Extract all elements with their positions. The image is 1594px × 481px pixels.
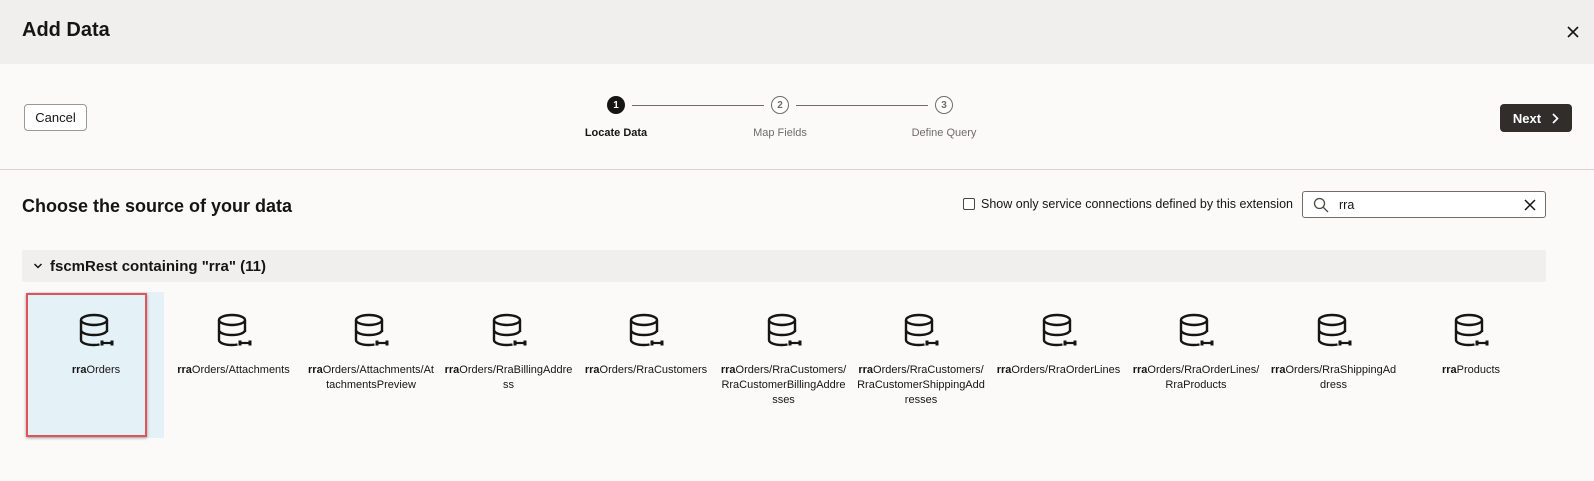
tile-label-match: rra [1270,364,1286,376]
database-icon [1317,313,1351,347]
tile-label-rest: Orders/RraBillingAddress [459,364,573,391]
tile-label-match: rra [71,364,87,376]
tile-label: rraOrders/RraCustomers/RraCustomerBillin… [720,363,848,408]
data-source-tile[interactable]: rraOrders/RraCustomers/RraCustomerShippi… [853,292,989,438]
tile-label: rraOrders/RraCustomers/RraCustomerShippi… [857,363,985,408]
step-1-label[interactable]: Locate Data [556,127,676,139]
tile-label-rest: Orders/RraCustomers/RraCustomerShippingA… [857,364,985,406]
data-source-tile[interactable]: rraOrders/RraOrderLines/RraProducts [1128,292,1264,438]
tile-label-rest: Orders/RraOrderLines/RraProducts [1147,364,1260,391]
tile-label-rest: Orders [86,364,121,376]
tile-label-rest: Orders/RraCustomers [599,364,708,376]
dialog-title: Add Data [22,19,110,41]
tile-label-rest: Orders/RraCustomers/RraCustomerBillingAd… [721,364,847,406]
tile-label: rraOrders/RraOrderLines [995,363,1123,378]
data-source-tile[interactable]: rraOrders/RraCustomers [578,292,714,438]
tile-label-rest: Orders/RraShippingAddress [1285,364,1397,391]
tile-label-rest: Orders/Attachments/AttachmentsPreview [322,364,434,391]
step-2-label[interactable]: Map Fields [720,127,840,139]
tile-label: rraProducts [1407,363,1535,378]
search-icon [1313,197,1329,213]
data-source-tile[interactable]: rraOrders [28,292,164,438]
clear-icon[interactable] [1523,198,1537,212]
tile-label-match: rra [584,364,600,376]
tile-label-match: rra [1441,364,1457,376]
tile-label-rest: Orders/Attachments [191,364,290,376]
database-icon [904,313,939,347]
filter-checkbox[interactable] [963,198,975,210]
tile-label-rest: Orders/RraOrderLines [1011,364,1121,376]
database-icon [492,313,526,347]
data-source-tile[interactable]: rraOrders/RraCustomers/RraCustomerBillin… [716,292,852,438]
tile-label-match: rra [177,364,192,376]
search-input[interactable] [1339,196,1519,214]
search-box[interactable] [1302,191,1546,218]
data-source-tile[interactable]: rraOrders/RraShippingAddress [1266,292,1402,438]
tile-label: rraOrders/RraShippingAddress [1270,363,1398,393]
step-connector-2 [796,105,928,106]
wizard-toolbar [0,64,1594,170]
data-source-tile[interactable]: rraOrders/Attachments/AttachmentsPreview [303,292,439,438]
data-source-tile[interactable]: rraProducts [1403,292,1539,438]
group-header[interactable]: fscmRest containing "rra" (11) [22,250,1546,282]
tile-label-match: rra [308,364,323,376]
data-source-tile[interactable]: rraOrders/RraBillingAddress [441,292,577,438]
tile-label-match: rra [720,364,736,376]
tile-label-match: rra [1132,364,1148,376]
tile-label: rraOrders/Attachments/AttachmentsPreview [307,363,435,393]
database-icon [1454,313,1489,347]
step-3-indicator[interactable]: 3 [935,96,953,114]
tile-label: rraOrders/RraCustomers [582,363,710,378]
dialog-header: Add Data [0,0,1594,64]
step-1-indicator[interactable]: 1 [607,96,625,114]
tile-label-match: rra [444,364,460,376]
step-2-indicator[interactable]: 2 [771,96,789,114]
data-source-tile[interactable]: rraOrders/Attachments [166,292,302,438]
filter-checkbox-label: Show only service connections defined by… [981,197,1293,211]
chevron-right-icon [1552,112,1559,124]
tile-label: rraOrders/RraOrderLines/RraProducts [1132,363,1260,393]
database-icon [354,313,389,347]
service-connections-filter[interactable]: Show only service connections defined by… [963,197,1293,211]
database-icon [767,313,801,347]
tile-label-match: rra [858,364,874,376]
database-icon [217,313,251,347]
tile-label: rraOrders/RraBillingAddress [445,363,573,393]
database-icon [1179,313,1214,347]
next-button[interactable]: Next [1500,104,1572,132]
database-icon [79,313,114,347]
tile-label: rraOrders [32,363,160,378]
data-source-tile[interactable]: rraOrders/RraOrderLines [991,292,1127,438]
data-source-grid: rraOrders rraOrders/Attachments rraOrders/… [16,292,1576,452]
tile-label-match: rra [996,364,1012,376]
chevron-down-icon[interactable] [32,260,44,272]
step-connector-1 [632,105,764,106]
database-icon [1042,313,1076,347]
tile-label-rest: Products [1456,364,1501,376]
close-icon[interactable] [1561,20,1585,44]
tile-label: rraOrders/Attachments [170,363,298,378]
group-label: fscmRest containing "rra" (11) [50,257,266,275]
section-heading: Choose the source of your data [22,196,293,216]
cancel-button[interactable]: Cancel [24,104,87,131]
next-button-label: Next [1512,110,1542,126]
step-3-label[interactable]: Define Query [884,127,1004,139]
database-icon [629,313,664,347]
